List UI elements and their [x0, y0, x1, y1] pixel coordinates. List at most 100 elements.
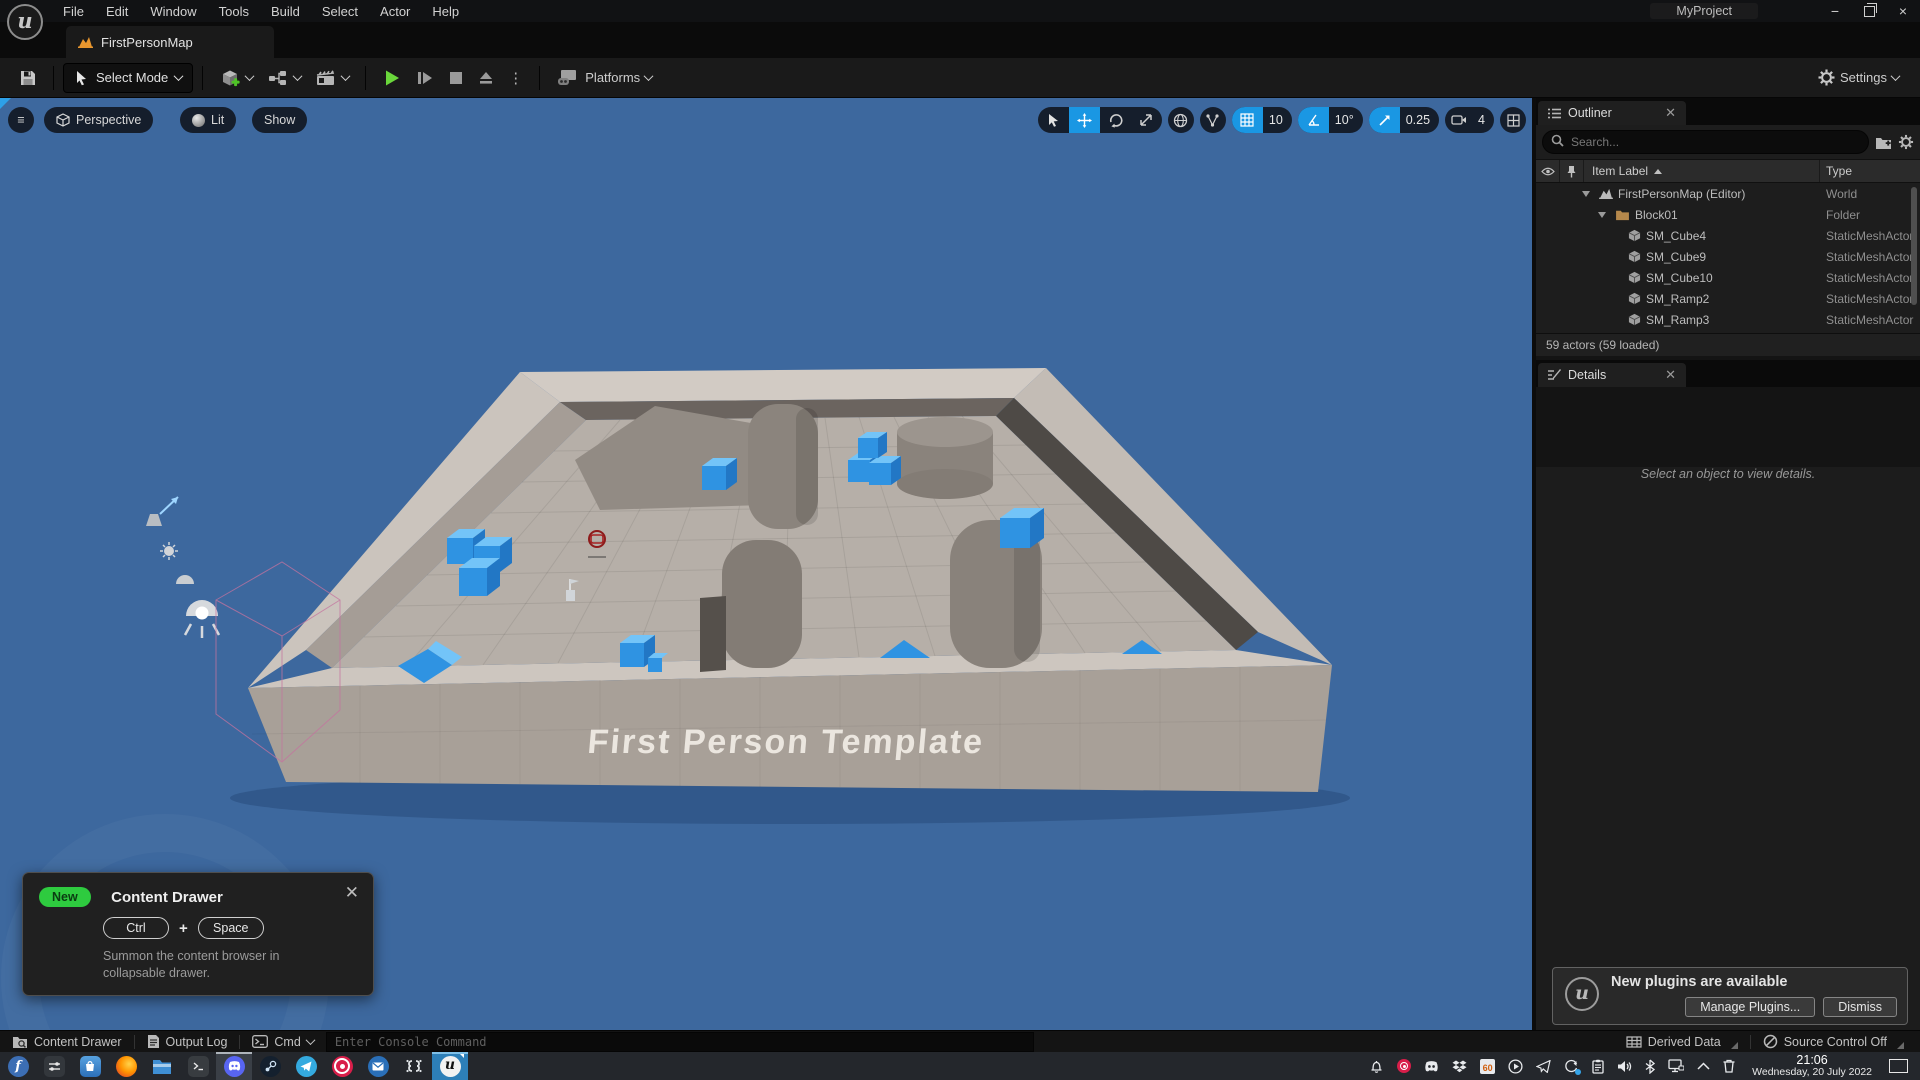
show-desktop-button[interactable] — [1889, 1059, 1908, 1073]
maximize-viewport-toggle[interactable] — [1500, 107, 1526, 133]
tray-expand-icon[interactable] — [1697, 1062, 1710, 1070]
menu-edit[interactable]: Edit — [95, 0, 139, 22]
outliner-row-folder[interactable]: Block01 Folder — [1536, 204, 1920, 225]
menu-tools[interactable]: Tools — [208, 0, 260, 22]
dismiss-button[interactable]: Dismiss — [1823, 997, 1897, 1017]
outliner-row-staticmesh[interactable]: SM_Cube10 StaticMeshActor — [1536, 267, 1920, 288]
select-tool[interactable] — [1038, 107, 1069, 133]
frame-skip-button[interactable] — [409, 63, 441, 93]
rotate-tool[interactable] — [1100, 107, 1131, 133]
close-button[interactable]: × — [1886, 0, 1920, 22]
media-play-icon[interactable] — [1508, 1059, 1523, 1074]
software-update-icon[interactable] — [1564, 1059, 1579, 1074]
sort-by-type[interactable]: Type — [1820, 160, 1920, 182]
viewport-options-menu[interactable]: ≡ — [8, 107, 34, 133]
telegram-tray-icon[interactable] — [1536, 1060, 1551, 1073]
close-icon[interactable]: ✕ — [1665, 105, 1676, 121]
platforms-dropdown[interactable]: Platforms — [549, 63, 659, 93]
camera-speed-control[interactable]: 4 — [1445, 107, 1494, 133]
display-icon[interactable] — [1668, 1059, 1684, 1073]
select-mode-dropdown[interactable]: Select Mode — [63, 63, 193, 93]
expand-caret-icon[interactable] — [1598, 212, 1606, 218]
outliner-row-staticmesh[interactable]: SM_Ramp2 StaticMeshActor — [1536, 288, 1920, 309]
outliner-row-staticmesh[interactable]: SM_Ramp3 StaticMeshActor — [1536, 309, 1920, 330]
play-options-kebab[interactable]: ⋮ — [501, 63, 530, 93]
new-folder-icon[interactable] — [1875, 135, 1892, 150]
surface-snapping-toggle[interactable] — [1200, 107, 1226, 133]
discord-tray-icon[interactable] — [1424, 1061, 1439, 1072]
play-button[interactable] — [375, 63, 409, 93]
scale-snap-value[interactable]: 0.25 — [1400, 113, 1439, 127]
menu-build[interactable]: Build — [260, 0, 311, 22]
outliner-scrollbar[interactable] — [1911, 187, 1917, 305]
file-manager-icon[interactable] — [144, 1052, 180, 1080]
content-drawer-button[interactable]: Content Drawer — [0, 1031, 134, 1052]
close-icon[interactable]: ✕ — [345, 883, 359, 903]
bluetooth-icon[interactable] — [1645, 1059, 1655, 1074]
volume-icon[interactable] — [1617, 1060, 1632, 1073]
software-store-icon[interactable] — [72, 1052, 108, 1080]
menu-actor[interactable]: Actor — [369, 0, 421, 22]
outliner-settings-gear-icon[interactable] — [1898, 134, 1914, 150]
notification-bell-icon[interactable] — [1369, 1059, 1384, 1074]
unreal-logo-icon[interactable]: u — [7, 4, 43, 40]
manage-plugins-button[interactable]: Manage Plugins... — [1685, 997, 1815, 1017]
grid-snap-value[interactable]: 10 — [1263, 113, 1292, 127]
grid-snap-toggle[interactable] — [1232, 107, 1263, 133]
level-viewport[interactable]: First Person Template ≡ Perspective Lit … — [0, 98, 1532, 1030]
scale-tool[interactable] — [1131, 107, 1162, 133]
world-local-toggle[interactable] — [1168, 107, 1194, 133]
trash-icon[interactable] — [1723, 1059, 1735, 1073]
rotation-snap-value[interactable]: 10° — [1329, 113, 1363, 127]
fedora-icon[interactable]: f — [0, 1052, 36, 1080]
close-icon[interactable]: ✕ — [1665, 367, 1676, 383]
timer-60-icon[interactable]: 60 — [1480, 1059, 1495, 1074]
expand-caret-icon[interactable] — [1582, 191, 1590, 197]
derived-data-button[interactable]: Derived Data — [1614, 1031, 1750, 1052]
perspective-dropdown[interactable]: Perspective — [44, 107, 153, 133]
tweaks-icon[interactable] — [36, 1052, 72, 1080]
menu-select[interactable]: Select — [311, 0, 369, 22]
minimize-button[interactable]: − — [1818, 0, 1852, 22]
rotation-snap-toggle[interactable] — [1298, 107, 1329, 133]
lit-mode-dropdown[interactable]: Lit — [180, 107, 236, 133]
eject-button[interactable] — [471, 63, 501, 93]
outliner-row-staticmesh[interactable]: SM_Cube4 StaticMeshActor — [1536, 225, 1920, 246]
dropbox-icon[interactable] — [1452, 1060, 1467, 1073]
taskbar-clock[interactable]: 21:06 Wednesday, 20 July 2022 — [1752, 1054, 1872, 1079]
clipboard-icon[interactable] — [1592, 1059, 1604, 1074]
outliner-search-input[interactable] — [1542, 130, 1869, 154]
blueprints-dropdown[interactable] — [260, 63, 308, 93]
tab-details[interactable]: Details ✕ — [1538, 363, 1686, 387]
outliner-row-staticmesh[interactable]: SM_Cube9 StaticMeshActor — [1536, 246, 1920, 267]
show-flags-dropdown[interactable]: Show — [252, 107, 307, 133]
cmd-dropdown[interactable]: Cmd — [240, 1031, 325, 1052]
telegram-icon[interactable] — [288, 1052, 324, 1080]
outliner-row-world[interactable]: FirstPersonMap (Editor) World — [1536, 183, 1920, 204]
unreal-engine-icon[interactable]: u — [432, 1052, 468, 1080]
menu-help[interactable]: Help — [421, 0, 470, 22]
cinematics-dropdown[interactable] — [308, 63, 356, 93]
source-control-button[interactable]: Source Control Off — [1751, 1031, 1920, 1052]
discord-icon[interactable] — [216, 1052, 252, 1080]
visibility-column-eye-icon[interactable] — [1536, 160, 1560, 182]
pin-column-icon[interactable] — [1560, 160, 1584, 182]
tab-outliner[interactable]: Outliner ✕ — [1538, 101, 1686, 125]
stop-button[interactable] — [441, 63, 471, 93]
firefox-icon[interactable] — [108, 1052, 144, 1080]
steam-icon[interactable] — [252, 1052, 288, 1080]
console-command-input[interactable] — [326, 1032, 1034, 1052]
output-log-button[interactable]: Output Log — [135, 1031, 240, 1052]
thunderbird-icon[interactable] — [360, 1052, 396, 1080]
menu-window[interactable]: Window — [139, 0, 207, 22]
maximize-button[interactable] — [1852, 0, 1886, 22]
move-tool[interactable] — [1069, 107, 1100, 133]
menu-file[interactable]: File — [52, 0, 95, 22]
tab-firstpersonmap[interactable]: FirstPersonMap — [66, 26, 274, 58]
add-actor-dropdown[interactable] — [212, 63, 260, 93]
scale-snap-toggle[interactable] — [1369, 107, 1400, 133]
terminal-icon[interactable] — [180, 1052, 216, 1080]
settings-dropdown[interactable]: Settings — [1811, 63, 1906, 93]
recorder-target-icon[interactable] — [324, 1052, 360, 1080]
sort-by-item-label[interactable]: Item Label — [1584, 160, 1820, 182]
